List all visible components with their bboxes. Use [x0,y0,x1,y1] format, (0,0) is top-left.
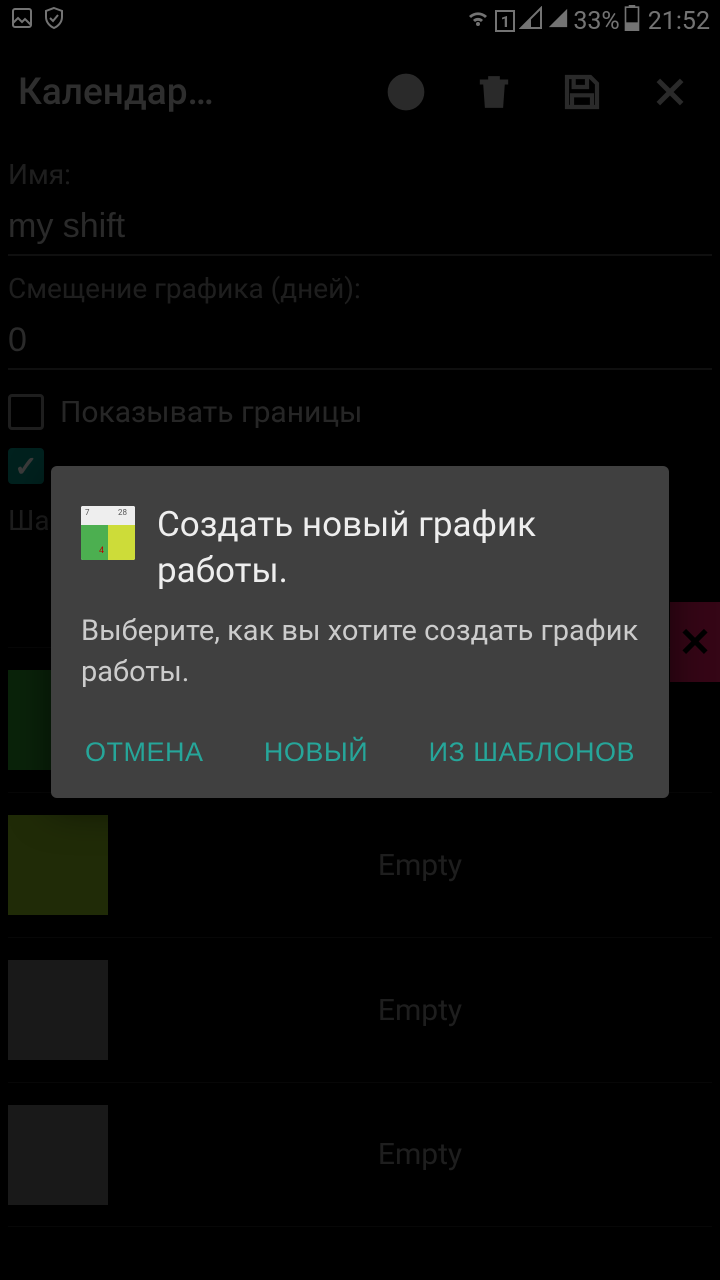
show-borders-label: Показывать границы [60,395,362,430]
list-item[interactable]: Empty [8,792,712,937]
name-label: Имя: [8,158,712,191]
sim-indicator: 1 [495,10,515,32]
offset-field[interactable] [8,313,712,370]
signal-icon-1 [519,6,543,36]
color-swatch [8,815,108,915]
offset-label: Смещение графика (дней): [8,272,712,305]
wifi-icon [465,6,491,36]
save-button[interactable] [560,70,604,114]
picture-icon [10,6,34,36]
clock-time: 21:52 [648,7,710,36]
checkbox-2[interactable] [8,448,44,484]
cancel-button[interactable]: ОТМЕНА [85,737,204,768]
color-swatch [8,960,108,1060]
list-item[interactable]: Empty [8,1082,712,1227]
delete-button[interactable] [472,70,516,114]
new-button[interactable]: НОВЫЙ [264,737,368,768]
calendar-app-icon: 7 28 4 [81,506,135,560]
status-bar: 1 33% 21:52 [0,0,720,42]
row-label: Empty [128,848,712,883]
list-item[interactable]: Empty [8,937,712,1082]
delete-row-button[interactable]: ✕ [670,602,720,682]
battery-icon [624,5,640,37]
close-button[interactable] [648,70,692,114]
dialog-message: Выберите, как вы хотите создать график р… [81,611,639,692]
row-label: Empty [128,993,712,1028]
from-templates-button[interactable]: ИЗ ШАБЛОНОВ [429,737,635,768]
name-field[interactable] [8,199,712,256]
battery-percent: 33% [573,7,619,36]
color-swatch [8,1105,108,1205]
signal-icon-2 [547,6,569,36]
create-schedule-dialog: 7 28 4 Создать новый график работы. Выбе… [51,466,669,797]
show-borders-checkbox[interactable] [8,394,44,430]
add-button[interactable] [384,70,428,114]
toolbar: Календар… [0,42,720,142]
page-title: Календар… [18,71,278,114]
row-label: Empty [128,1137,712,1172]
dialog-title: Создать новый график работы. [157,502,639,593]
shield-icon [42,6,66,36]
